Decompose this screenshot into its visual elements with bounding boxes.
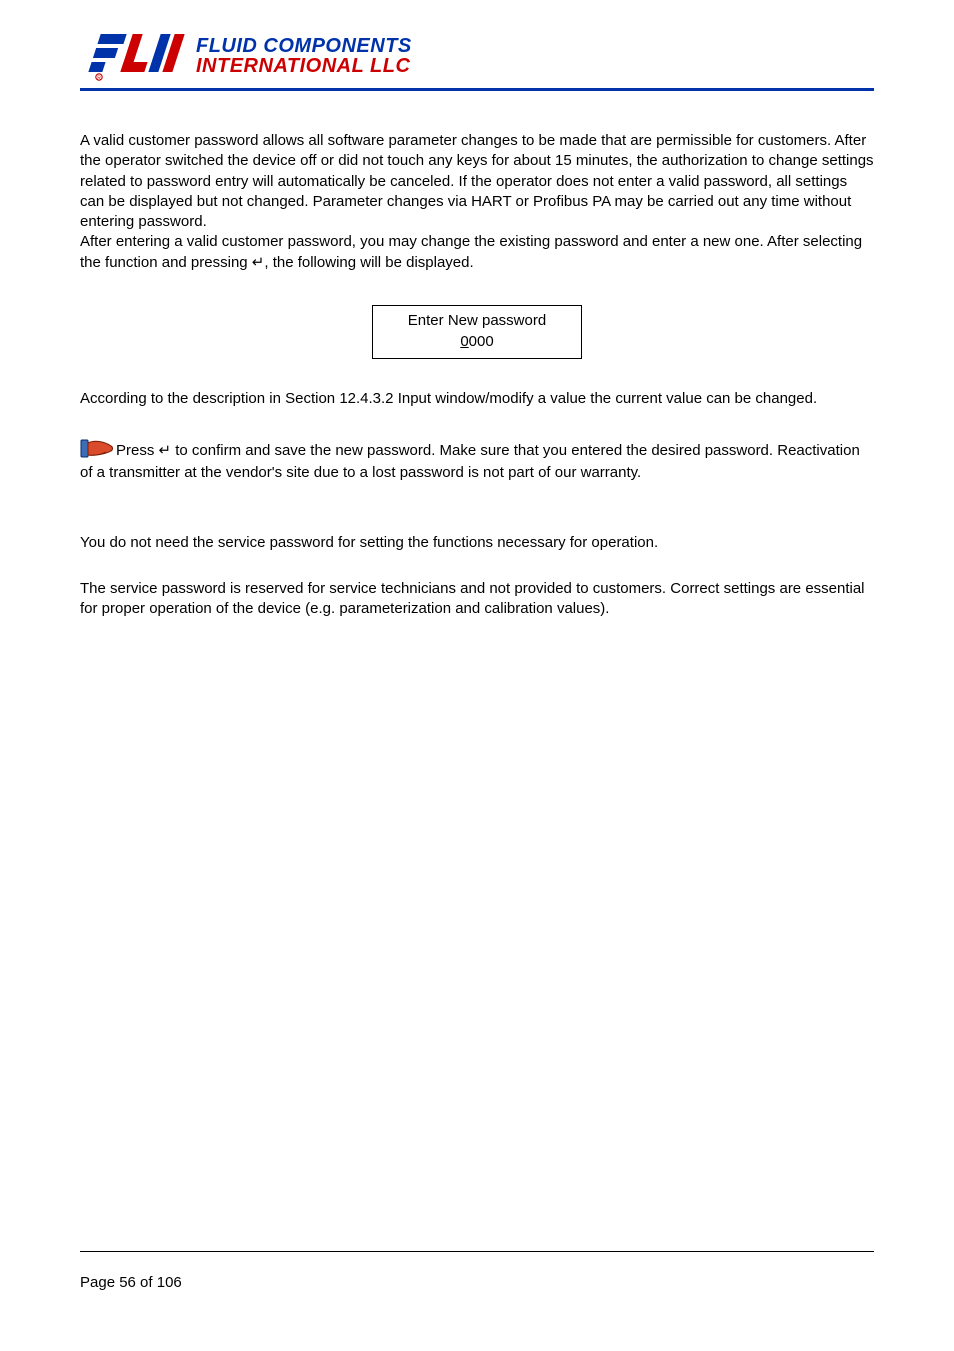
fci-logo-icon: R — [80, 30, 190, 82]
display-rest-digits: 000 — [469, 333, 494, 350]
text-segment: function and pressing ↵, the following w… — [105, 254, 474, 271]
lcd-display-box: Enter New password 0000 — [372, 305, 582, 359]
svg-text:R: R — [97, 76, 101, 82]
paragraph-according: According to the description in Section … — [80, 389, 874, 409]
page-footer: Page 56 of 106 — [80, 1251, 874, 1291]
note-paragraph: Press ↵ to confirm and save the new pass… — [80, 439, 874, 483]
display-value: 0000 — [379, 331, 575, 352]
pointing-hand-icon — [80, 437, 114, 461]
page-number: Page 56 of 106 — [80, 1274, 874, 1291]
display-line1: Enter New password — [379, 310, 575, 331]
logo-line1: FLUID COMPONENTS — [196, 36, 412, 56]
note-text-a: Press ↵ to confirm and save the new pass… — [116, 442, 777, 459]
paragraph-change-password: After entering a valid customer password… — [80, 232, 874, 273]
display-cursor-digit: 0 — [460, 333, 468, 350]
footer-divider — [80, 1251, 874, 1252]
logo-text: FLUID COMPONENTS INTERNATIONAL LLC — [196, 36, 412, 76]
header-divider — [80, 88, 874, 91]
paragraph-service-2: The service password is reserved for ser… — [80, 579, 874, 620]
logo-line2: INTERNATIONAL LLC — [196, 56, 412, 76]
header-logo: R FLUID COMPONENTS INTERNATIONAL LLC — [80, 30, 874, 82]
paragraph-intro: A valid customer password allows all sof… — [80, 131, 874, 232]
paragraph-service-1: You do not need the service password for… — [80, 533, 874, 553]
